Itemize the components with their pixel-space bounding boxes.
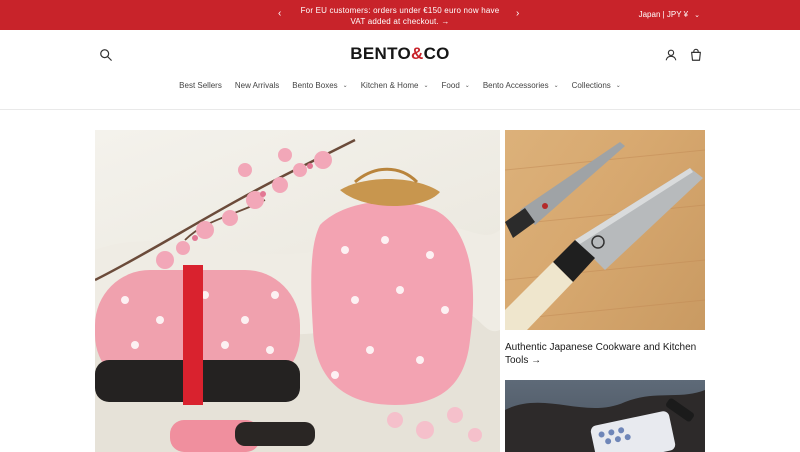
- chevron-down-icon: ⌄: [553, 83, 559, 89]
- hero-image-japanese-knives[interactable]: [505, 130, 705, 330]
- nav-label: Bento Accessories: [482, 81, 549, 90]
- nav-collections[interactable]: Collections ⌄: [572, 81, 621, 90]
- cart-icon[interactable]: [689, 48, 707, 66]
- hero-image-bento-box-and-bag[interactable]: [95, 130, 500, 452]
- chevron-down-icon: ⌄: [615, 83, 621, 89]
- logo-text-co: CO: [423, 44, 450, 63]
- chevron-down-icon: ⌄: [342, 83, 348, 89]
- nav-bento-boxes[interactable]: Bento Boxes ⌄: [292, 81, 347, 90]
- hero-illustration: [95, 138, 500, 452]
- nav-food[interactable]: Food ⌄: [442, 81, 470, 90]
- site-header: BENTO&CO Best Sellers New Arrivals Bento…: [0, 30, 800, 110]
- account-icon[interactable]: [664, 48, 682, 66]
- chevron-down-icon: ⌄: [423, 83, 429, 89]
- accessory-illustration: [505, 390, 705, 452]
- hero-image-accessory[interactable]: [505, 380, 705, 452]
- nav-label: Best Sellers: [179, 81, 222, 90]
- nav-new-arrivals[interactable]: New Arrivals: [235, 81, 279, 90]
- logo-ampersand: &: [411, 44, 424, 63]
- announcement-bar: ‹ For EU customers: orders under €150 eu…: [0, 0, 800, 30]
- nav-label: Bento Boxes: [292, 81, 338, 90]
- cookware-collection-link[interactable]: Authentic Japanese Cookware and Kitchen …: [505, 341, 710, 367]
- nav-best-sellers[interactable]: Best Sellers: [179, 81, 222, 90]
- nav-label: Food: [441, 81, 460, 90]
- nav-label: Kitchen & Home: [360, 81, 419, 90]
- chevron-down-icon: ⌄: [694, 12, 700, 19]
- chevron-right-icon[interactable]: ›: [516, 8, 519, 20]
- nav-bento-accessories[interactable]: Bento Accessories ⌄: [483, 81, 559, 90]
- chevron-down-icon: ⌄: [464, 83, 470, 89]
- country-currency-selector[interactable]: Japan | JPY ¥ ⌄: [639, 10, 700, 21]
- main-navigation: Best Sellers New Arrivals Bento Boxes ⌄ K…: [0, 81, 800, 90]
- logo-text-bento: BENTO: [350, 44, 411, 63]
- nav-label: New Arrivals: [234, 81, 280, 90]
- nav-kitchen-home[interactable]: Kitchen & Home ⌄: [361, 81, 429, 90]
- nav-label: Collections: [571, 81, 611, 90]
- knives-illustration: [505, 142, 705, 330]
- currency-label: Japan | JPY ¥: [638, 10, 689, 19]
